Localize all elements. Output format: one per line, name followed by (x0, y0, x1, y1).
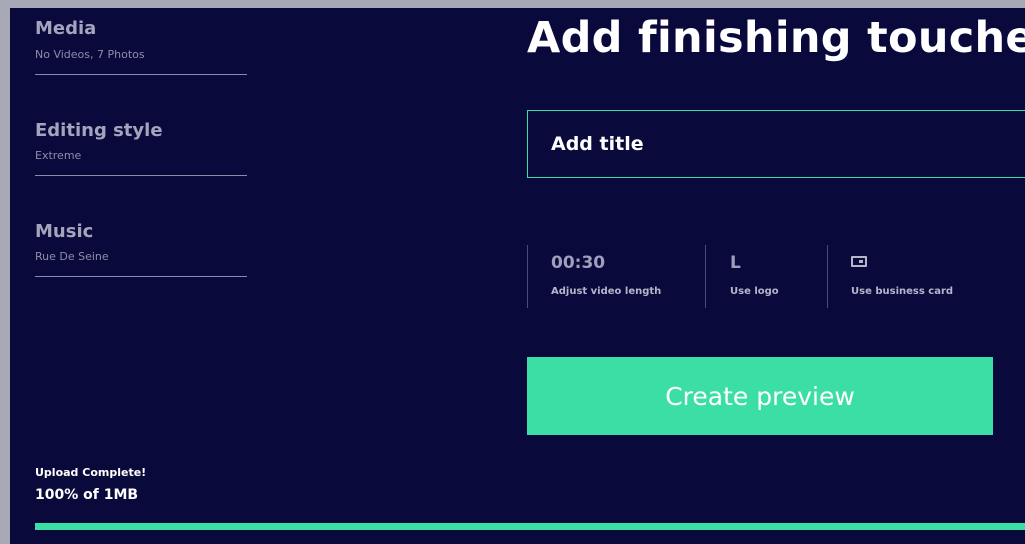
title-input[interactable] (527, 110, 1025, 178)
page-title: Add finishing touches (527, 13, 1025, 63)
business-card-icon (851, 256, 867, 267)
sidebar-section-media[interactable]: Media No Videos, 7 Photos (35, 8, 247, 75)
media-title: Media (35, 18, 97, 39)
adjust-video-length-option[interactable]: 00:30 Adjust video length (527, 245, 706, 308)
use-logo-option[interactable]: L Use logo (705, 245, 828, 308)
video-length-value: 00:30 (551, 253, 606, 273)
editing-style-subtitle: Extreme (35, 149, 82, 162)
music-title: Music (35, 221, 94, 242)
music-subtitle: Rue De Seine (35, 250, 109, 263)
use-business-card-option[interactable]: Use business card (827, 245, 1025, 308)
business-card-label: Use business card (851, 286, 954, 297)
sidebar-section-editing-style[interactable]: Editing style Extreme (35, 118, 247, 176)
app-window: Media No Videos, 7 Photos Editing style … (10, 8, 1025, 544)
editing-style-title: Editing style (35, 120, 163, 141)
logo-label: Use logo (730, 286, 779, 297)
video-length-label: Adjust video length (551, 286, 662, 297)
upload-progress-fill (35, 523, 1025, 530)
upload-progress-text: 100% of 1MB (35, 487, 139, 503)
media-subtitle: No Videos, 7 Photos (35, 48, 145, 61)
upload-status: Upload Complete! (35, 466, 147, 479)
sidebar-section-music[interactable]: Music Rue De Seine (35, 219, 247, 277)
upload-progress-bar (35, 523, 1025, 530)
create-preview-button[interactable]: Create preview (527, 357, 993, 435)
logo-value: L (730, 253, 741, 273)
